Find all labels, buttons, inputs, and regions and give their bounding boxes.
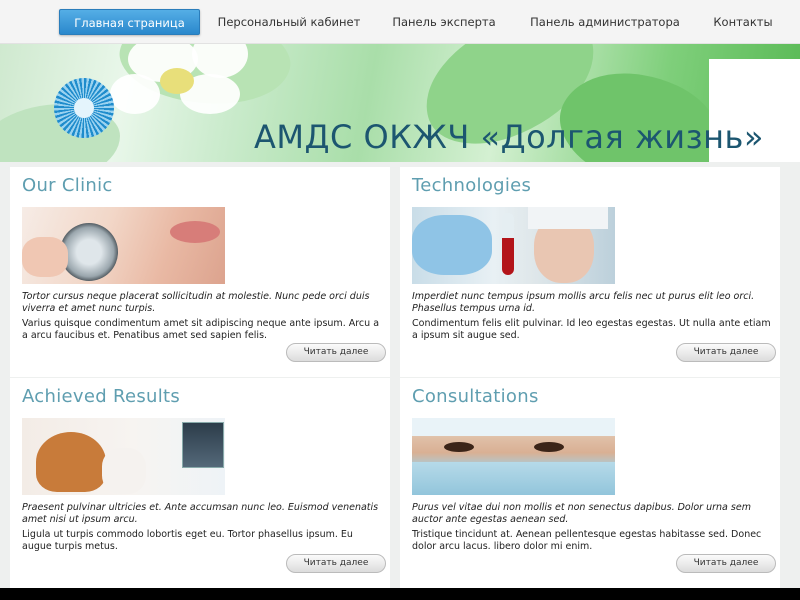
- bottom-strip: [0, 588, 800, 600]
- card-italic-text: Tortor cursus neque placerat sollicitudi…: [22, 291, 370, 314]
- card-title: Technologies: [412, 175, 532, 196]
- stethoscope-icon: [60, 223, 118, 281]
- card-title: Our Clinic: [22, 175, 113, 196]
- card-body-text: Condimentum felis elit pulvinar. Id leo …: [412, 318, 771, 341]
- top-navbar: Главная страница Персональный кабинет Па…: [0, 0, 800, 44]
- nav-personal-cabinet[interactable]: Персональный кабинет: [215, 9, 363, 35]
- flower-center: [160, 68, 194, 94]
- nav-contacts[interactable]: Контакты: [706, 9, 780, 35]
- card-title: Consultations: [412, 386, 539, 407]
- site-title: АМДС ОКЖЧ «Долгая жизнь»: [254, 118, 764, 156]
- lips-shape: [170, 221, 220, 243]
- cap-shape: [528, 207, 608, 229]
- glove-shape: [412, 215, 492, 275]
- read-more-button[interactable]: Читать далее: [286, 343, 386, 362]
- eye-shape: [444, 442, 474, 452]
- logo-center: [74, 98, 94, 118]
- card-body-text: Ligula ut turpis commodo lobortis eget e…: [22, 529, 353, 552]
- card-consultations: Consultations Purus vel vitae dui non mo…: [400, 378, 780, 588]
- card-italic-text: Purus vel vitae dui non mollis et non se…: [412, 502, 751, 525]
- nav-admin-panel[interactable]: Панель администратора: [528, 9, 682, 35]
- card-italic-text: Imperdiet nunc tempus ipsum mollis arcu …: [412, 291, 755, 314]
- card-body-text: Varius quisque condimentum amet sit adip…: [22, 318, 380, 341]
- hair-shape: [36, 432, 106, 492]
- card-body-text: Tristique tincidunt at. Aenean pellentes…: [412, 529, 762, 552]
- card-italic-text: Praesent pulvinar ultricies et. Ante acc…: [22, 502, 379, 525]
- header-banner: АМДС ОКЖЧ «Долгая жизнь»: [0, 44, 800, 162]
- flower-petal: [110, 74, 160, 114]
- results-image: [22, 418, 225, 495]
- mask-shape: [412, 462, 615, 495]
- read-more-button[interactable]: Читать далее: [676, 343, 776, 362]
- hand-shape: [22, 237, 68, 277]
- xray-image: [182, 422, 224, 468]
- card-our-clinic: Our Clinic Tortor cursus neque placerat …: [10, 167, 390, 377]
- card-achieved-results: Achieved Results Praesent pulvinar ultri…: [10, 378, 390, 588]
- read-more-button[interactable]: Читать далее: [676, 554, 776, 573]
- card-title: Achieved Results: [22, 386, 181, 407]
- test-tube-icon: [502, 213, 514, 275]
- clinic-image: [22, 207, 225, 284]
- technology-image: [412, 207, 615, 284]
- card-technologies: Technologies Imperdiet nunc tempus ipsum…: [400, 167, 780, 377]
- nav-home[interactable]: Главная страница: [59, 9, 200, 35]
- nav-expert-panel[interactable]: Панель эксперта: [388, 9, 500, 35]
- read-more-button[interactable]: Читать далее: [286, 554, 386, 573]
- coat-shape: [102, 448, 146, 494]
- eye-shape: [534, 442, 564, 452]
- cap-shape: [412, 418, 615, 436]
- consultation-image: [412, 418, 615, 495]
